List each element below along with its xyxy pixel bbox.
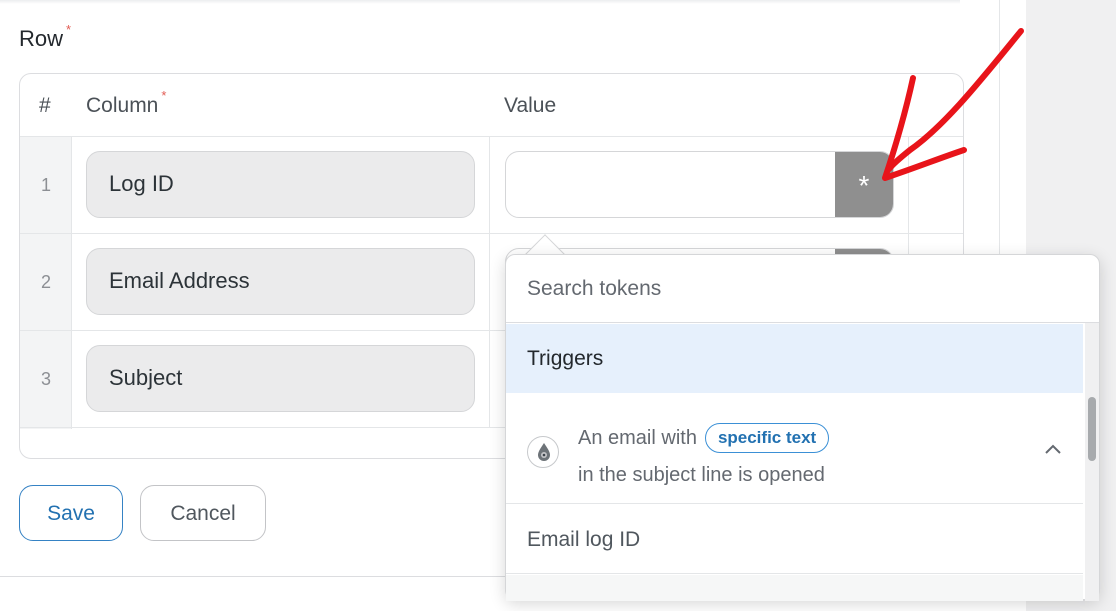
automation-recipe-page: Row * # Column * Value 1 Log ID * 2 Email … xyxy=(0,0,1116,611)
annotation-arrow-icon xyxy=(882,28,1024,181)
